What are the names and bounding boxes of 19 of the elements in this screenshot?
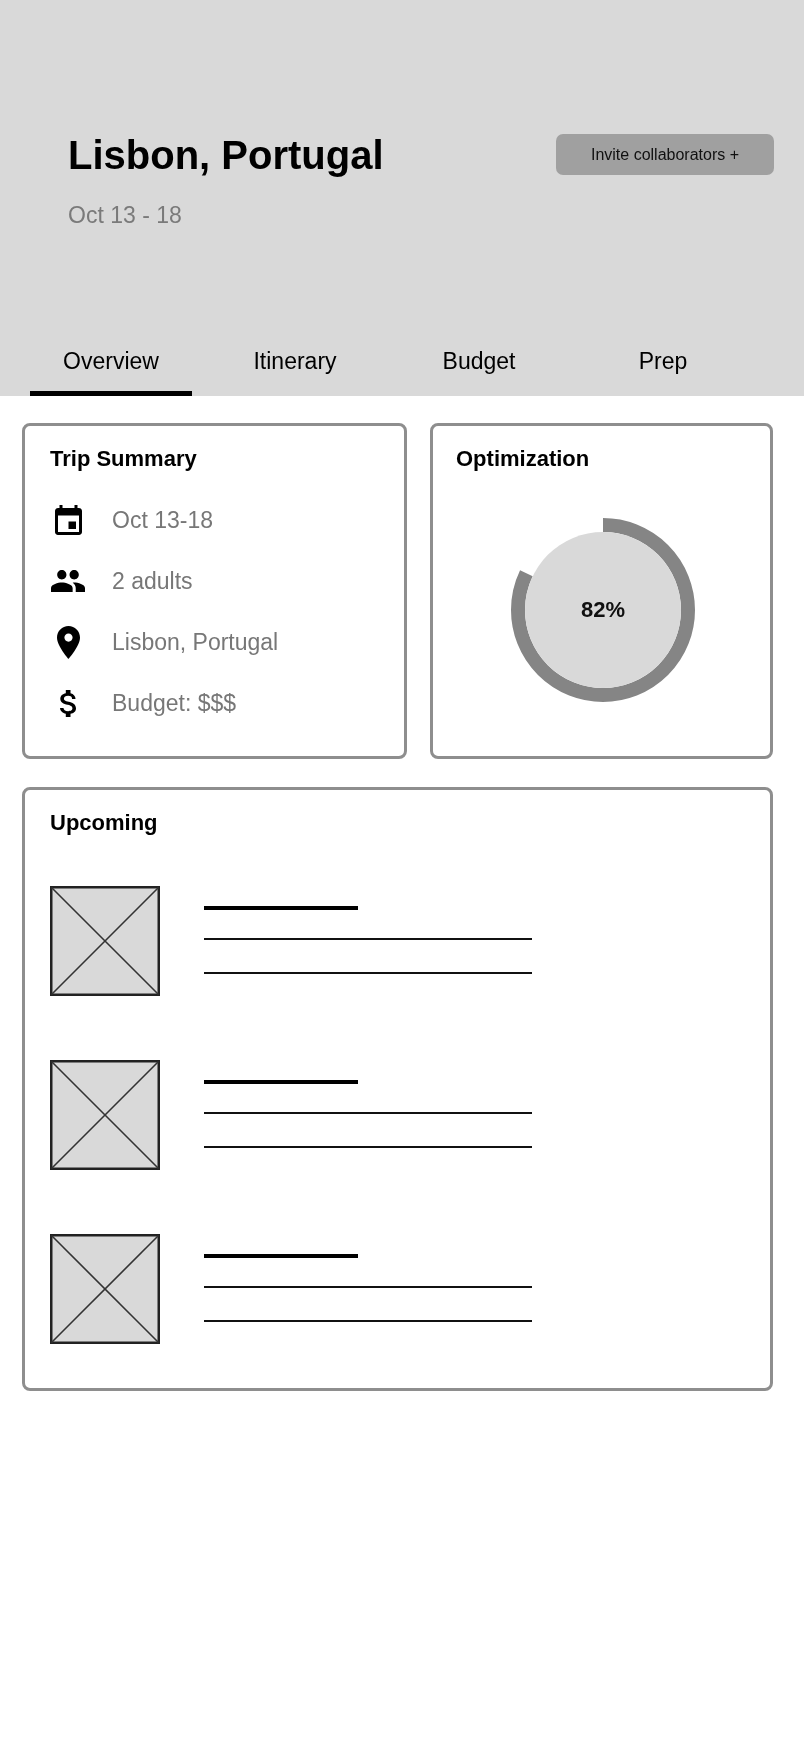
- invite-button[interactable]: Invite collaborators +: [556, 134, 774, 175]
- trip-title: Lisbon, Portugal: [68, 133, 384, 177]
- tab[interactable]: Itinerary: [214, 330, 376, 396]
- summary-value: Lisbon, Portugal: [112, 628, 279, 656]
- tab[interactable]: Prep: [582, 330, 744, 396]
- tab[interactable]: Overview: [30, 330, 192, 396]
- card-title: Trip Summary: [50, 446, 197, 472]
- dollar-icon: [60, 689, 76, 717]
- card-title: Upcoming: [50, 810, 158, 836]
- summary-value: Budget: $$$: [112, 689, 237, 717]
- summary-value: Oct 13-18: [112, 506, 213, 534]
- card-title: Optimization: [456, 446, 590, 472]
- optimization-percent: 82%: [581, 597, 625, 623]
- summary-value: 2 adults: [112, 567, 193, 595]
- trip-dates: Oct 13 - 18: [68, 202, 182, 228]
- location-pin-icon: [56, 625, 80, 659]
- tab[interactable]: Budget: [398, 330, 560, 396]
- calendar-icon: [54, 505, 82, 535]
- people-icon: [51, 570, 85, 592]
